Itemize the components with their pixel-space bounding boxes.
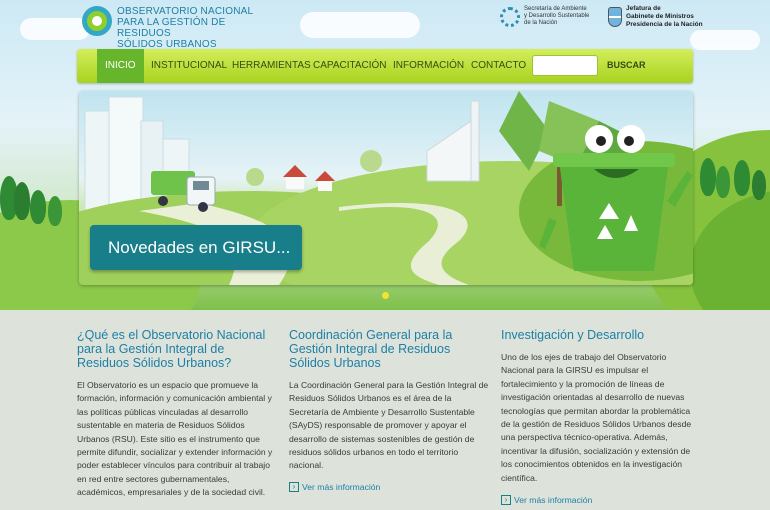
column-investigacion: Investigación y Desarrollo Uno de los ej…: [501, 328, 701, 485]
column-title[interactable]: Coordinación General para la Gestión Int…: [289, 328, 489, 370]
search-input[interactable]: [532, 55, 598, 76]
column-observatorio: ¿Qué es el Observatorio Nacional para la…: [77, 328, 277, 500]
column-body: El Observatorio es un espacio que promue…: [77, 380, 273, 498]
arrow-right-icon: ›: [289, 482, 299, 492]
nav-herramientas[interactable]: HERRAMIENTAS: [232, 49, 311, 83]
logo-icon: [82, 6, 112, 36]
coat-of-arms-icon: [608, 7, 622, 27]
arrow-right-icon: ›: [501, 495, 511, 505]
slider-caption[interactable]: Novedades en GIRSU...: [90, 225, 302, 270]
logo-text: OBSERVATORIO NACIONAL PARA LA GESTIÓN DE…: [117, 6, 254, 50]
search-button[interactable]: BUSCAR: [607, 55, 646, 76]
more-info-link[interactable]: › Ver más información: [289, 482, 380, 492]
secretaria-icon: [500, 6, 520, 27]
column-body: Uno de los ejes de trabajo del Observato…: [501, 352, 692, 483]
column-coordinacion: Coordinación General para la Gestión Int…: [289, 328, 489, 473]
site-logo[interactable]: OBSERVATORIO NACIONAL PARA LA GESTIÓN DE…: [82, 6, 262, 50]
nav-informacion[interactable]: INFORMACIÓN: [393, 49, 464, 83]
nav-capacitacion[interactable]: CAPACITACIÓN: [313, 49, 387, 83]
slider-dot[interactable]: [382, 292, 389, 299]
partner-logo-secretaria[interactable]: Secretaría de Ambiente y Desarrollo Sust…: [500, 6, 608, 27]
partner-logo-jefatura[interactable]: Jefatura de Gabinete de Ministros Presid…: [608, 5, 708, 29]
column-body: La Coordinación General para la Gestión …: [289, 380, 489, 471]
hero-slider[interactable]: Novedades en GIRSU...: [79, 91, 693, 285]
column-title[interactable]: ¿Qué es el Observatorio Nacional para la…: [77, 328, 277, 370]
nav-inicio[interactable]: INICIO: [97, 49, 144, 83]
nav-institucional[interactable]: INSTITUCIONAL: [151, 49, 227, 83]
main-nav: INICIO INSTITUCIONAL HERRAMIENTAS CAPACI…: [77, 49, 693, 83]
more-info-link[interactable]: › Ver más información: [501, 495, 592, 505]
column-title[interactable]: Investigación y Desarrollo: [501, 328, 701, 342]
nav-contacto[interactable]: CONTACTO: [471, 49, 526, 83]
